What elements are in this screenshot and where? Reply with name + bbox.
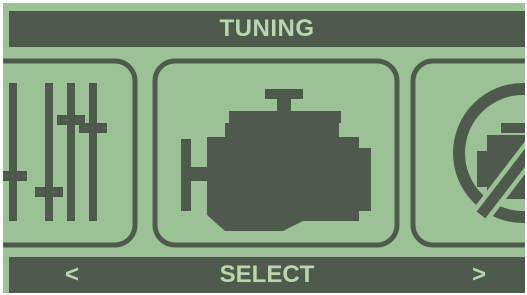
lcd-screen: TUNING < SELECT >: [3, 3, 525, 293]
menu-carousel: [3, 58, 525, 248]
select-button[interactable]: SELECT: [9, 257, 525, 293]
next-button[interactable]: >: [472, 257, 486, 293]
menu-item-engine-disabled[interactable]: [410, 58, 525, 248]
sliders-icon: [3, 83, 107, 221]
menu-item-sliders[interactable]: [3, 58, 138, 248]
engine-disabled-icon: [453, 83, 525, 223]
engine-icon: [181, 89, 371, 231]
footer-bar: < SELECT >: [9, 257, 525, 293]
menu-item-engine[interactable]: [152, 58, 400, 248]
